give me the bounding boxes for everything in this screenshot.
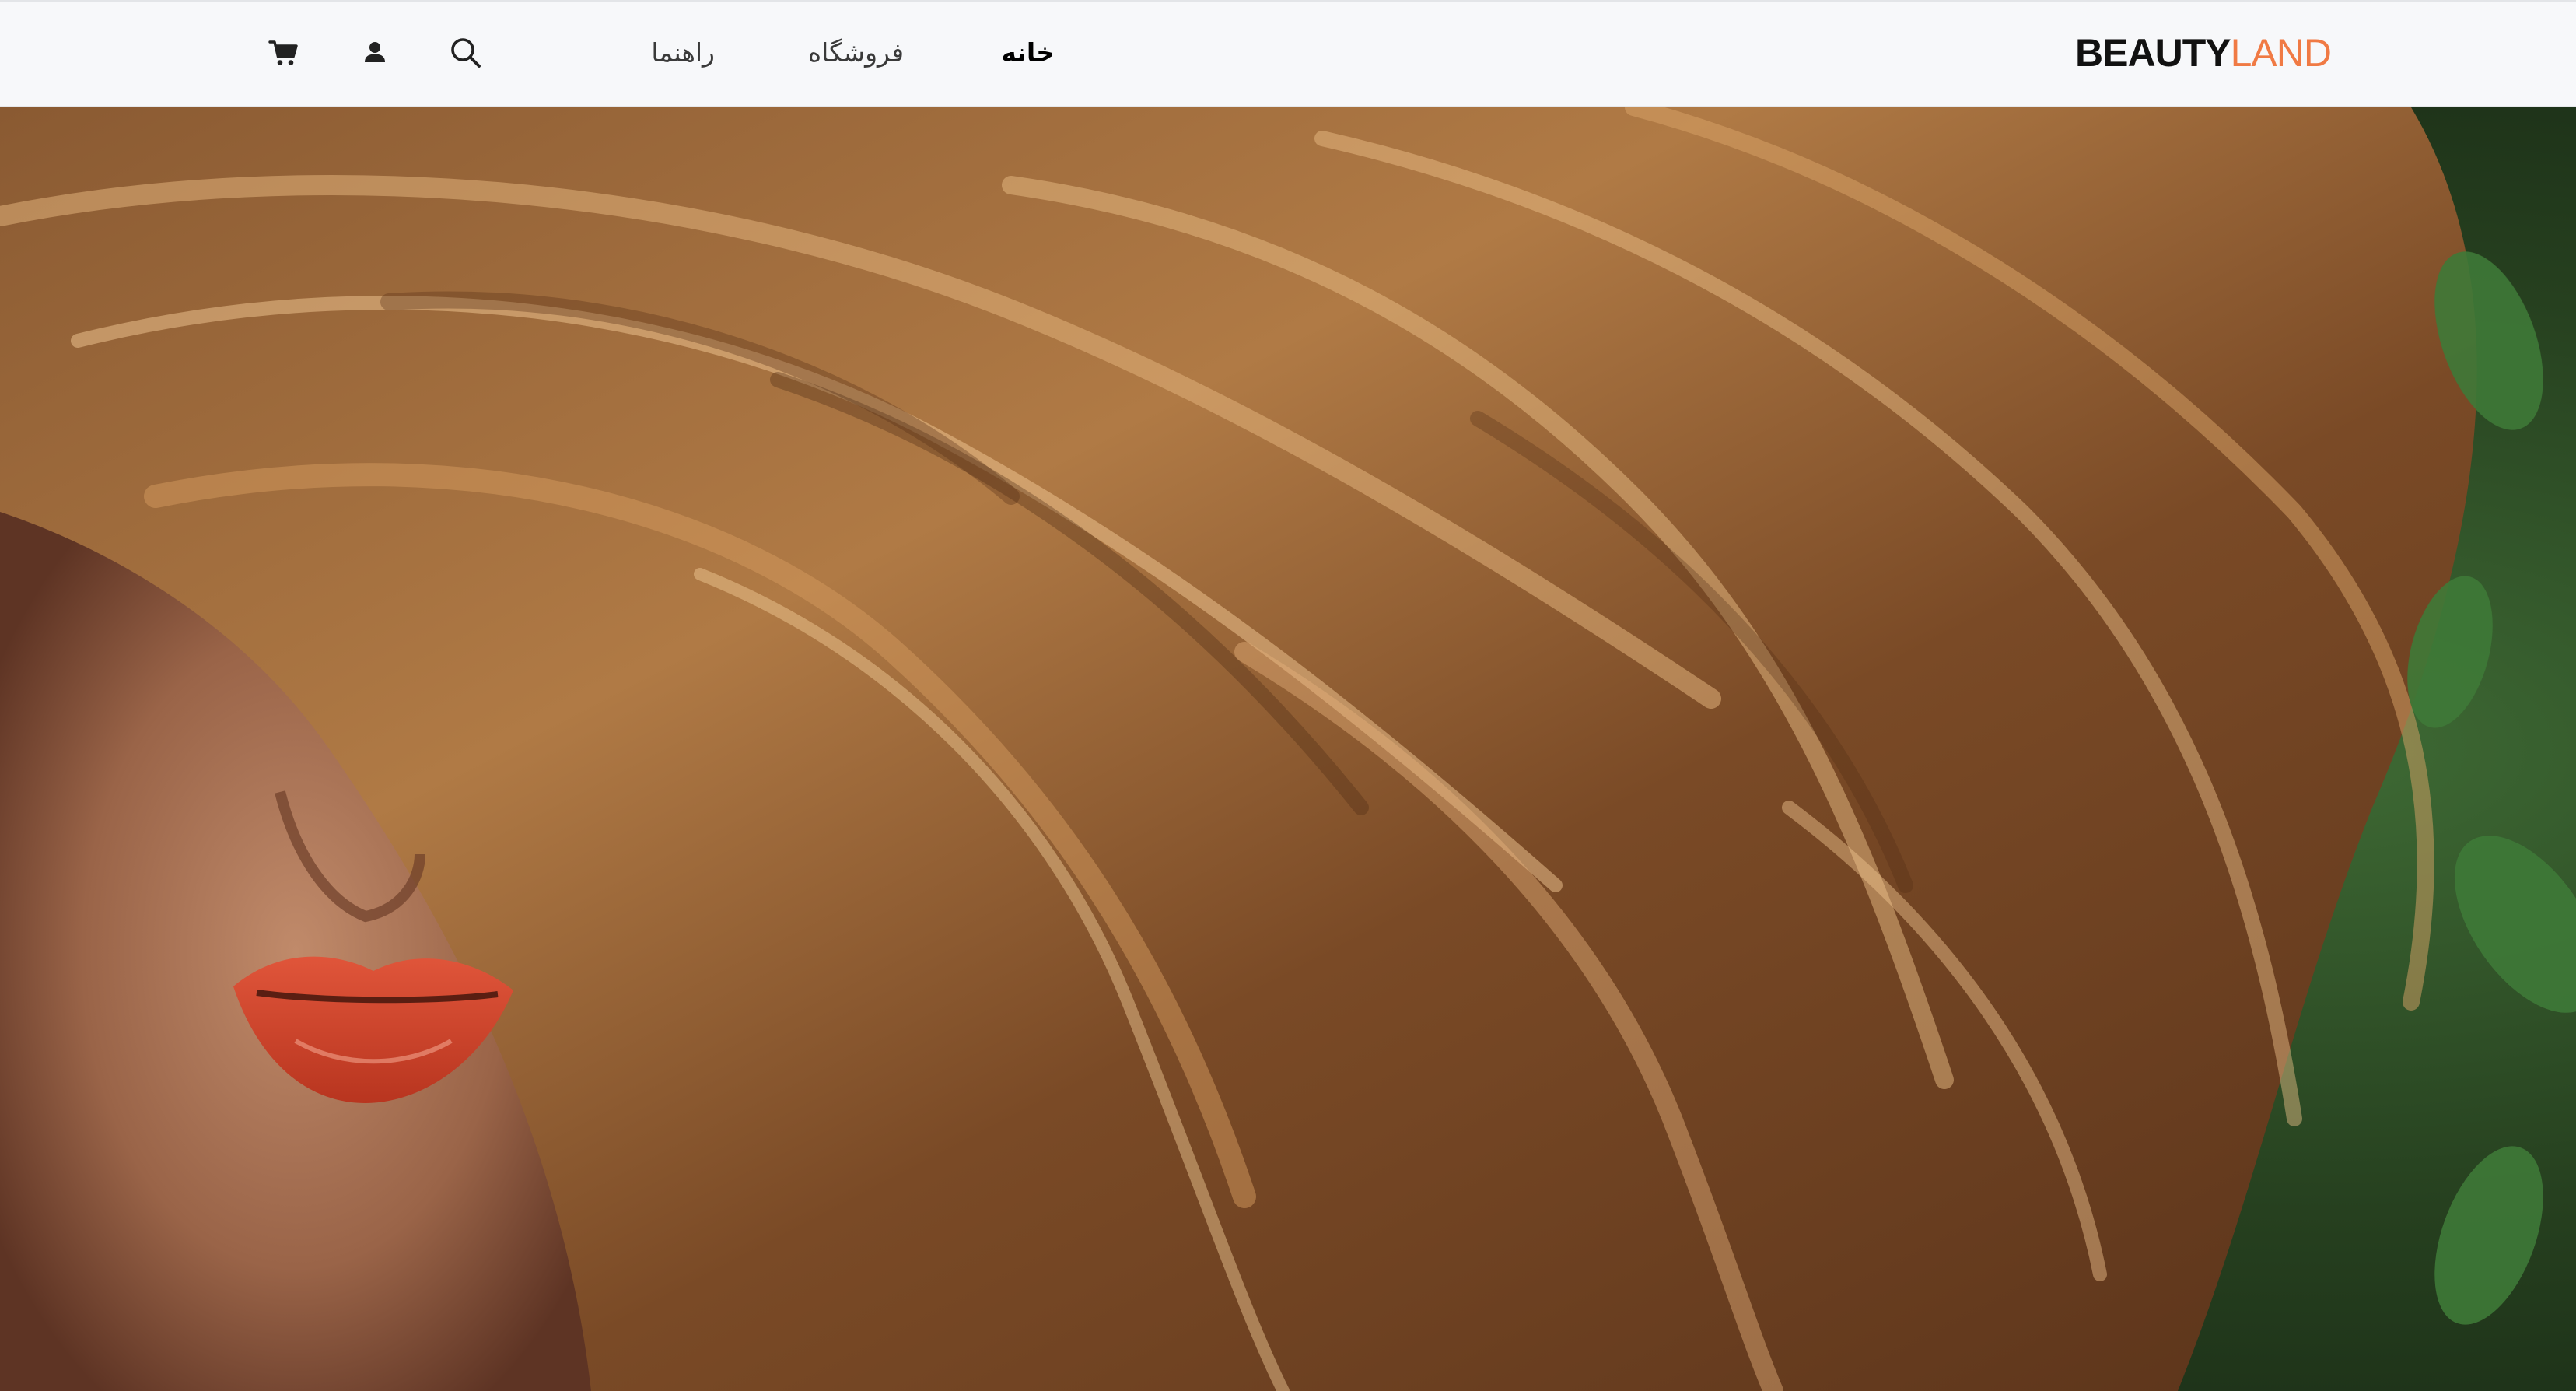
search-icon bbox=[451, 38, 481, 68]
user-icon bbox=[365, 42, 385, 62]
cart-icon bbox=[268, 40, 298, 65]
brand-logo-part2: LAND bbox=[2230, 31, 2332, 75]
nav-link-shop[interactable]: فروشگاه bbox=[808, 36, 904, 70]
top-navbar: BEAUTYLAND خانه فروشگاه راهنما bbox=[0, 0, 2576, 107]
hero-banner bbox=[0, 107, 2576, 1391]
hero-image bbox=[0, 107, 2576, 1391]
cart-button[interactable] bbox=[265, 34, 303, 72]
nav-link-home[interactable]: خانه bbox=[1001, 36, 1055, 70]
brand-logo[interactable]: BEAUTYLAND bbox=[2075, 30, 2332, 76]
brand-logo-part1: BEAUTY bbox=[2075, 31, 2231, 75]
user-account-button[interactable] bbox=[356, 34, 394, 72]
search-button[interactable] bbox=[447, 34, 485, 72]
nav-link-guide[interactable]: راهنما bbox=[651, 36, 715, 70]
